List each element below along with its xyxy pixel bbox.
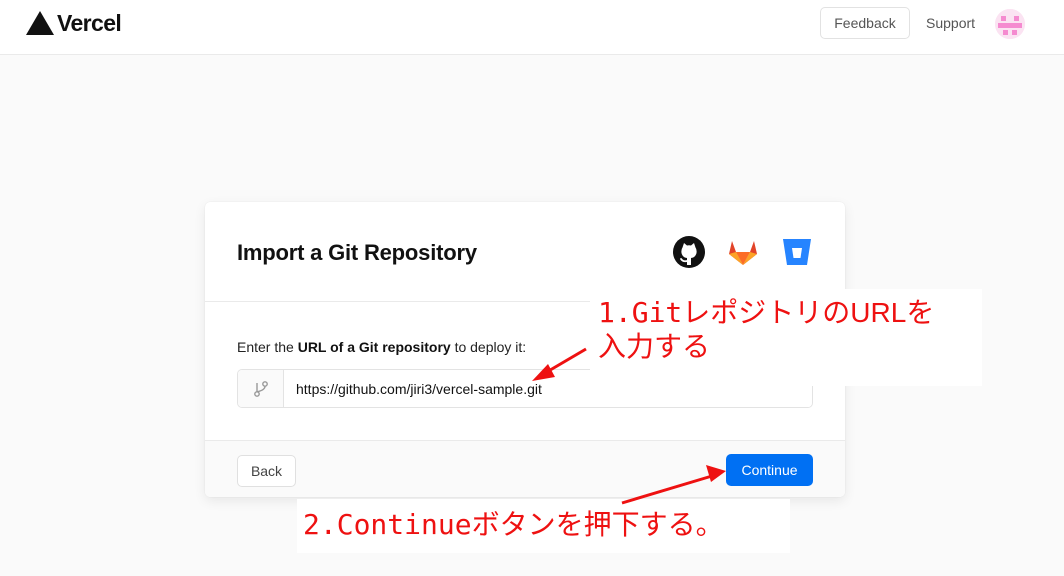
card-footer: Back Continue <box>205 440 845 497</box>
instruction-bold: URL of a Git repository <box>297 339 451 355</box>
annotation-text-url: URL <box>850 297 907 328</box>
back-button[interactable]: Back <box>237 455 296 487</box>
vercel-triangle-icon <box>26 11 54 35</box>
card-title: Import a Git Repository <box>237 240 477 265</box>
annotation-text-a: 1.Gitレポジトリの <box>598 296 851 329</box>
instruction-suffix: to deploy it: <box>450 339 527 355</box>
annotation-step-1-line-1: 1.GitレポジトリのURLを <box>598 296 982 330</box>
annotation-step-1-line-2: 入力する <box>598 330 711 363</box>
github-icon[interactable] <box>672 235 706 269</box>
continue-button[interactable]: Continue <box>726 454 813 486</box>
git-branch-icon <box>238 370 284 407</box>
brand-name: Vercel <box>57 10 122 36</box>
bitbucket-icon[interactable] <box>780 235 814 269</box>
feedback-button[interactable]: Feedback <box>820 7 910 39</box>
annotation-text-c: を <box>906 296 935 329</box>
support-link[interactable]: Support <box>926 14 975 32</box>
annotation-step-2: 2.Continueボタンを押下する。 <box>297 499 790 553</box>
url-instruction: Enter the URL of a Git repository to dep… <box>237 338 526 356</box>
avatar[interactable] <box>995 9 1025 39</box>
annotation-step-1: 1.GitレポジトリのURLを 入力する <box>590 289 982 386</box>
vercel-logo[interactable]: Vercel <box>25 10 122 36</box>
instruction-prefix: Enter the <box>237 339 298 355</box>
gitlab-icon[interactable] <box>726 235 760 269</box>
avatar-pattern-icon <box>995 9 1025 39</box>
top-navbar: Vercel Feedback Support <box>0 0 1064 55</box>
